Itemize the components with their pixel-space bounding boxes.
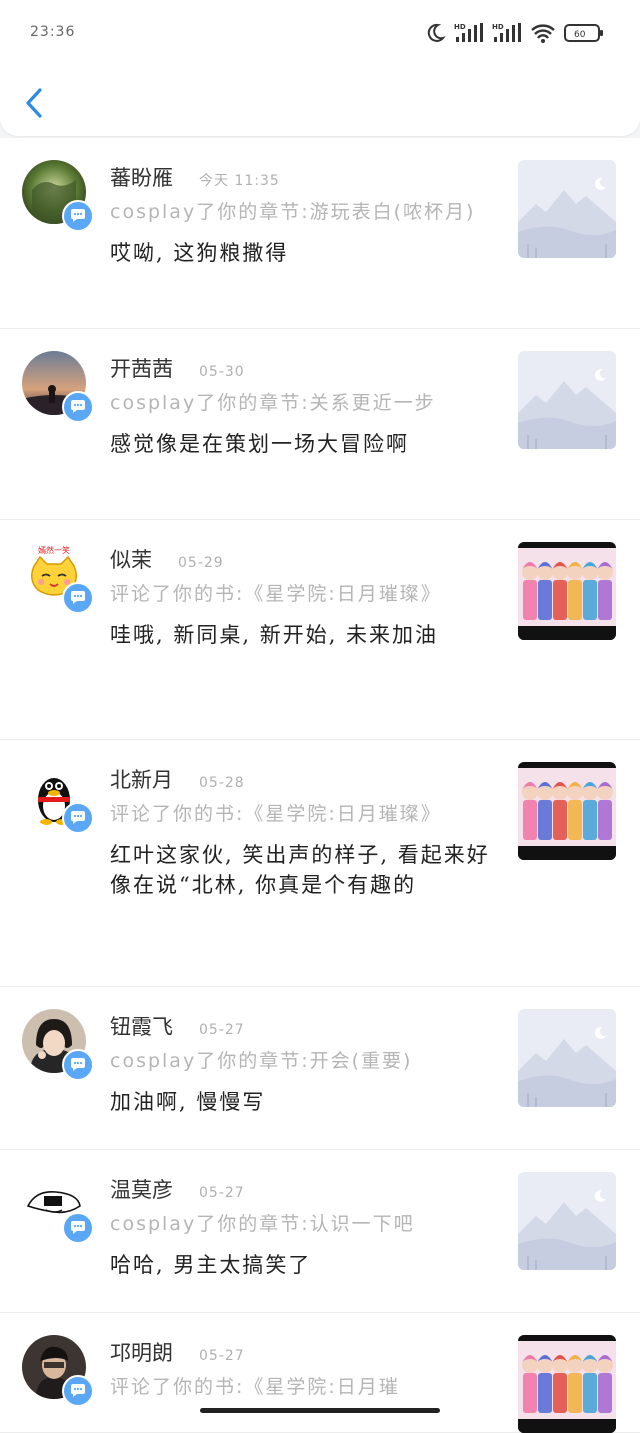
notification-description[interactable]: cosplay了你的章节:开会(重要) xyxy=(110,1047,490,1075)
comment-text: 红叶这家伙, 笑出声的样子, 看起来好像在说“北林, 你真是个有趣的 xyxy=(110,843,490,897)
notification-content: 蕃盼雁 今天 11:35 cosplay了你的章节:游玩表白(哝杯月) 哎呦, 这狗粮… xyxy=(110,162,490,268)
user-name[interactable]: 蕃盼雁 xyxy=(110,162,173,192)
notification-date: 05-27 xyxy=(199,1348,245,1364)
notification-item[interactable]: 温莫彦 05-27 cosplay了你的章节:认识一下吧哈哈, 男主太搞笑了 xyxy=(0,1150,640,1313)
comment-badge-icon xyxy=(71,591,85,604)
notification-content: 开茜茜 05-30 cosplay了你的章节:关系更近一步感觉像是在策划一场大冒险啊 xyxy=(110,353,490,459)
user-name[interactable]: 开茜茜 xyxy=(110,353,173,383)
status-time: 23:36 xyxy=(30,24,76,40)
notification-description[interactable]: cosplay了你的章节:关系更近一步 xyxy=(110,389,490,417)
user-name[interactable]: 钮霞飞 xyxy=(110,1011,173,1041)
notification-content: 邛明朗 05-27 评论了你的书:《星学院:日月璀 xyxy=(110,1337,490,1413)
notification-description[interactable]: cosplay了你的章节:游玩表白(哝杯月) xyxy=(110,198,490,226)
user-name[interactable]: 温莫彦 xyxy=(110,1174,173,1204)
comment-badge-icon xyxy=(71,209,85,222)
content-thumbnail[interactable] xyxy=(518,1335,616,1433)
hd-label: HD xyxy=(454,23,466,31)
signal-icon-2: HD xyxy=(492,23,521,42)
comment-badge-icon xyxy=(71,811,85,824)
avatar-label: 嫣然一笑 xyxy=(38,545,70,555)
header-bar: 23:36 HD HD 60 xyxy=(0,0,640,136)
comment-badge xyxy=(62,391,94,423)
notification-description[interactable]: 评论了你的书:《星学院:日月璀 xyxy=(110,1373,490,1401)
notification-description[interactable]: 评论了你的书:《星学院:日月璀璨》 xyxy=(110,800,490,828)
user-avatar[interactable] xyxy=(22,762,94,834)
notification-item[interactable]: 邛明朗 05-27 评论了你的书:《星学院:日月璀 xyxy=(0,1313,640,1433)
user-name[interactable]: 邛明朗 xyxy=(110,1337,173,1367)
comment-text: 哈哈, 男主太搞笑了 xyxy=(110,1253,312,1277)
home-indicator[interactable] xyxy=(200,1408,440,1413)
notification-date: 05-27 xyxy=(199,1185,245,1201)
battery-level: 60 xyxy=(574,30,586,40)
comment-badge-icon xyxy=(71,1221,85,1234)
notification-item[interactable]: 嫣然一笑 似茉 05-29 评论了你的书:《星学院:日月璀璨》哇哦, 新同桌, 新开始… xyxy=(0,520,640,740)
user-avatar[interactable] xyxy=(22,1172,94,1244)
comment-text: 感觉像是在策划一场大冒险啊 xyxy=(110,432,409,456)
user-avatar[interactable] xyxy=(22,1335,94,1407)
notification-date: 05-28 xyxy=(199,775,245,791)
notification-content: 似茉 05-29 评论了你的书:《星学院:日月璀璨》哇哦, 新同桌, 新开始, 未来… xyxy=(110,544,490,650)
comment-text: 加油啊, 慢慢写 xyxy=(110,1090,266,1114)
notification-item[interactable]: 北新月 05-28 评论了你的书:《星学院:日月璀璨》红叶这家伙, 笑出声的样子, … xyxy=(0,740,640,987)
comment-text: 哇哦, 新同桌, 新开始, 未来加油 xyxy=(110,623,439,647)
user-name[interactable]: 北新月 xyxy=(110,764,173,794)
comment-badge xyxy=(62,200,94,232)
notification-description[interactable]: cosplay了你的章节:认识一下吧 xyxy=(110,1210,490,1238)
content-thumbnail[interactable] xyxy=(518,542,616,640)
notification-date: 05-30 xyxy=(199,364,245,380)
notification-item[interactable]: 蕃盼雁 今天 11:35 cosplay了你的章节:游玩表白(哝杯月) 哎呦, 这狗粮… xyxy=(0,138,640,329)
notification-description[interactable]: 评论了你的书:《星学院:日月璀璨》 xyxy=(110,580,490,608)
wifi-icon xyxy=(531,24,555,43)
notification-item[interactable]: 开茜茜 05-30 cosplay了你的章节:关系更近一步感觉像是在策划一场大冒险啊 xyxy=(0,329,640,520)
signal-icon: HD xyxy=(454,23,483,42)
comment-badge xyxy=(62,582,94,614)
back-arrow-icon[interactable] xyxy=(22,86,50,120)
user-avatar[interactable]: 嫣然一笑 xyxy=(22,542,94,614)
content-thumbnail[interactable] xyxy=(518,351,616,449)
comment-badge-icon xyxy=(71,1058,85,1071)
battery-icon: 60 xyxy=(564,24,603,42)
notification-item[interactable]: 钮霞飞 05-27 cosplay了你的章节:开会(重要) 加油啊, 慢慢写 xyxy=(0,987,640,1150)
user-name[interactable]: 似茉 xyxy=(110,544,152,574)
notification-content: 北新月 05-28 评论了你的书:《星学院:日月璀璨》红叶这家伙, 笑出声的样子, … xyxy=(110,764,490,900)
notification-date: 今天 11:35 xyxy=(199,173,280,189)
notification-date: 05-27 xyxy=(199,1022,245,1038)
comment-badge xyxy=(62,802,94,834)
content-thumbnail[interactable] xyxy=(518,160,616,258)
comment-badge xyxy=(62,1049,94,1081)
moon-icon xyxy=(427,23,446,42)
user-avatar[interactable] xyxy=(22,160,94,232)
user-avatar[interactable] xyxy=(22,351,94,423)
notification-list: 蕃盼雁 今天 11:35 cosplay了你的章节:游玩表白(哝杯月) 哎呦, 这狗粮… xyxy=(0,138,640,1433)
comment-text: 哎呦, 这狗粮撒得 xyxy=(110,241,289,265)
comment-badge xyxy=(62,1375,94,1407)
status-bar: 23:36 HD HD 60 xyxy=(30,22,604,44)
comment-badge xyxy=(62,1212,94,1244)
content-thumbnail[interactable] xyxy=(518,762,616,860)
hd-label-2: HD xyxy=(492,23,504,31)
content-thumbnail[interactable] xyxy=(518,1172,616,1270)
notification-content: 钮霞飞 05-27 cosplay了你的章节:开会(重要) 加油啊, 慢慢写 xyxy=(110,1011,490,1117)
notification-content: 温莫彦 05-27 cosplay了你的章节:认识一下吧哈哈, 男主太搞笑了 xyxy=(110,1174,490,1280)
comment-badge-icon xyxy=(71,1384,85,1397)
comment-badge-icon xyxy=(71,400,85,413)
notification-date: 05-29 xyxy=(178,555,224,571)
content-thumbnail[interactable] xyxy=(518,1009,616,1107)
user-avatar[interactable] xyxy=(22,1009,94,1081)
